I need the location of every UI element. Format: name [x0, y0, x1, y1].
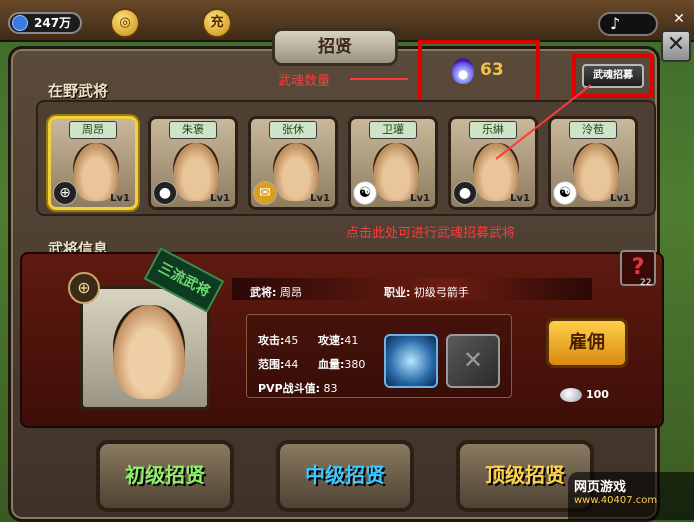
soul-recruit-hint: 点击此处可进行武魂招募武将	[346, 226, 516, 241]
bomb-icon: ●	[153, 181, 177, 205]
job-value: 初级弓箭手	[413, 286, 469, 299]
site-watermark: 网页游戏 www.40407.com	[568, 472, 694, 520]
soul-count: 63	[480, 60, 504, 80]
bomb-icon: ●	[453, 181, 477, 205]
music-note-icon: ♪	[610, 14, 621, 33]
pvp-stat: PVP战斗值: 83	[258, 380, 338, 396]
attack-value: 45	[284, 334, 299, 347]
range-value: 44	[284, 358, 299, 371]
watermark-title: 网页游戏	[574, 480, 627, 495]
hero-level: Lv1	[610, 193, 630, 204]
help-count: 22	[640, 278, 652, 288]
crossbow-icon: ⊕	[68, 272, 100, 304]
hp-label: 血量:	[318, 358, 345, 371]
name-label: 武将:	[250, 286, 277, 299]
general-job: 职业: 初级弓箭手	[384, 284, 469, 300]
wild-generals-label: 在野武将	[48, 82, 109, 100]
pvp-label: PVP战斗值:	[258, 382, 321, 395]
mid-recruit-button[interactable]: 中级招贤	[276, 440, 414, 512]
hp-stat: 血量:380	[318, 356, 365, 372]
hero-card[interactable]: 卫瓘 ☯ Lv1	[348, 116, 438, 210]
crossbow-icon: ⊕	[53, 181, 77, 205]
hero-level: Lv1	[410, 193, 430, 204]
hero-name: 卫瓘	[369, 121, 417, 139]
money-display: 247万	[8, 12, 82, 34]
junior-recruit-button[interactable]: 初级招贤	[96, 440, 234, 512]
silver-ingot-icon	[560, 388, 582, 402]
money-icon	[12, 15, 28, 31]
hire-button[interactable]: 雇佣	[546, 318, 628, 368]
hero-name: 张休	[269, 121, 317, 139]
hero-level: Lv1	[510, 193, 530, 204]
money-value: 247万	[34, 16, 72, 30]
hero-card[interactable]: 乐綝 ● Lv1	[448, 116, 538, 210]
hero-level: Lv1	[110, 193, 130, 204]
job-label: 职业:	[384, 286, 411, 299]
music-toggle[interactable]: ♪	[598, 12, 658, 36]
speed-value: 41	[344, 334, 359, 347]
soul-count-caption: 武魂数量	[278, 74, 331, 89]
attack-label: 攻击:	[258, 334, 285, 347]
range-label: 范围:	[258, 358, 285, 371]
close-small-icon[interactable]: ✕	[670, 10, 688, 28]
speed-label: 攻速:	[318, 334, 345, 347]
hero-name: 泠苞	[569, 121, 617, 139]
general-portrait	[80, 286, 210, 410]
soul-caption-arrow	[350, 78, 408, 80]
speed-stat: 攻速:41	[318, 332, 358, 348]
general-name: 武将: 周昂	[250, 284, 302, 300]
attack-stat: 攻击:45	[258, 332, 298, 348]
yinyang-icon: ☯	[353, 181, 377, 205]
watermark-url: www.40407.com	[574, 495, 658, 506]
range-stat: 范围:44	[258, 356, 298, 372]
hero-level: Lv1	[310, 193, 330, 204]
hero-card[interactable]: 张休 ✉ Lv1	[248, 116, 338, 210]
panel-title: 招贤	[272, 28, 398, 66]
hero-name: 周昂	[69, 121, 117, 139]
soul-recruit-button[interactable]: 武魂招募	[582, 64, 644, 88]
hero-level: Lv1	[210, 193, 230, 204]
scroll-icon: ✉	[253, 181, 277, 205]
hero-card[interactable]: 周昂 ⊕ Lv1	[48, 116, 138, 210]
coin-icon[interactable]: ◎	[110, 8, 140, 38]
recharge-button[interactable]: 充	[202, 8, 232, 38]
close-button[interactable]: ✕	[661, 30, 691, 62]
pvp-value: 83	[323, 382, 338, 395]
soul-recruit-highlight: 武魂招募	[572, 54, 654, 98]
hero-name: 乐綝	[469, 121, 517, 139]
skill-slot-locked-icon[interactable]	[446, 334, 500, 388]
hero-card[interactable]: 朱褒 ● Lv1	[148, 116, 238, 210]
general-face	[113, 305, 185, 399]
soul-flame-icon	[452, 58, 474, 84]
yinyang-icon: ☯	[553, 181, 577, 205]
hero-name: 朱褒	[169, 121, 217, 139]
name-value: 周昂	[279, 286, 302, 299]
hero-card[interactable]: 泠苞 ☯ Lv1	[548, 116, 638, 210]
skill-slot-ice-crystal-icon[interactable]	[384, 334, 438, 388]
hire-cost: 100	[586, 388, 609, 401]
soul-count-highlight: 63	[418, 40, 540, 104]
hp-value: 380	[344, 358, 366, 371]
